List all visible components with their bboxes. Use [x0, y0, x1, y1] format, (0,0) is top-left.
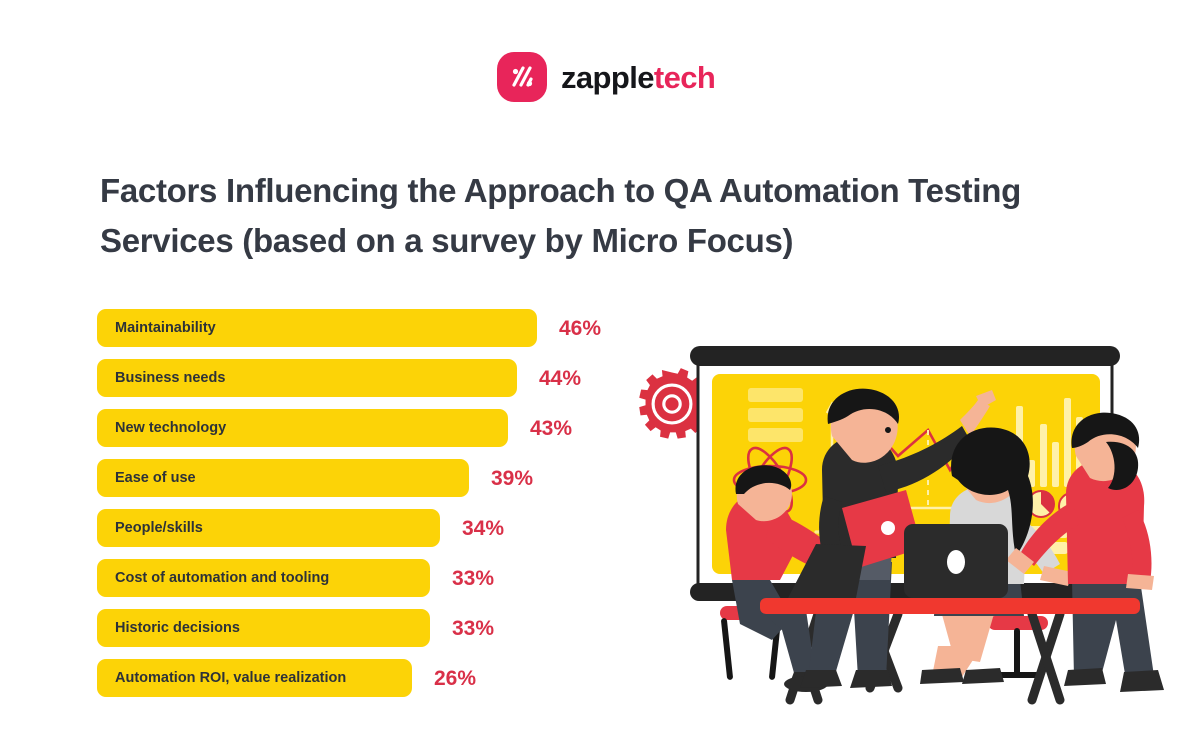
bar-value: 33%: [452, 616, 495, 640]
bar-maintainability: Maintainability: [97, 309, 537, 347]
table-row: Automation ROI, value realization 26%: [97, 659, 627, 697]
zappletech-percent-mark-icon: [497, 52, 547, 102]
bar-value: 43%: [530, 416, 573, 440]
bar-label: Business needs: [115, 369, 226, 386]
table-row: Business needs 44%: [97, 359, 627, 397]
table-row: People/skills 34%: [97, 509, 627, 547]
bar-people-skills: People/skills: [97, 509, 440, 547]
brand-wordmark: zappletech: [561, 59, 716, 95]
bar-value: 26%: [434, 666, 477, 690]
brand-name-secondary: tech: [653, 59, 716, 95]
table-row: Historic decisions 33%: [97, 609, 627, 647]
bar-business-needs: Business needs: [97, 359, 517, 397]
laptop-right: [892, 524, 1022, 606]
bar-value: 34%: [462, 516, 505, 540]
bar-value: 46%: [559, 316, 602, 340]
brand-name-primary: zapple: [561, 59, 654, 95]
table-row: New technology 43%: [97, 409, 627, 447]
bar-label: Cost of automation and tooling: [115, 569, 330, 586]
bar-label: New technology: [115, 419, 227, 436]
table-row: Cost of automation and tooling 33%: [97, 559, 627, 597]
bar-chart: Maintainability 46% Business needs 44% N…: [97, 309, 627, 709]
bar-automation-roi-value-realization: Automation ROI, value realization: [97, 659, 412, 697]
bar-value: 44%: [539, 366, 582, 390]
bar-label: Automation ROI, value realization: [115, 669, 347, 686]
infographic-page: zappletech Factors Influencing the Appro…: [0, 0, 1200, 736]
bar-historic-decisions: Historic decisions: [97, 609, 430, 647]
bar-label: Historic decisions: [115, 619, 240, 636]
brand-logo[interactable]: zappletech: [497, 52, 716, 102]
screen-list-rows: [748, 388, 803, 442]
bar-cost-of-automation-and-tooling: Cost of automation and tooling: [97, 559, 430, 597]
table-row: Maintainability 46%: [97, 309, 627, 347]
page-title: Factors Influencing the Approach to QA A…: [100, 172, 1021, 259]
bar-label: Maintainability: [115, 319, 216, 336]
bar-value: 33%: [452, 566, 495, 590]
bar-label: People/skills: [115, 519, 203, 536]
bar-ease-of-use: Ease of use: [97, 459, 469, 497]
table-row: Ease of use 39%: [97, 459, 627, 497]
bar-value: 39%: [491, 466, 534, 490]
bar-new-technology: New technology: [97, 409, 508, 447]
team-meeting-presentation-illustration: [620, 280, 1200, 710]
red-table: [760, 598, 1140, 614]
bar-label: Ease of use: [115, 469, 196, 486]
